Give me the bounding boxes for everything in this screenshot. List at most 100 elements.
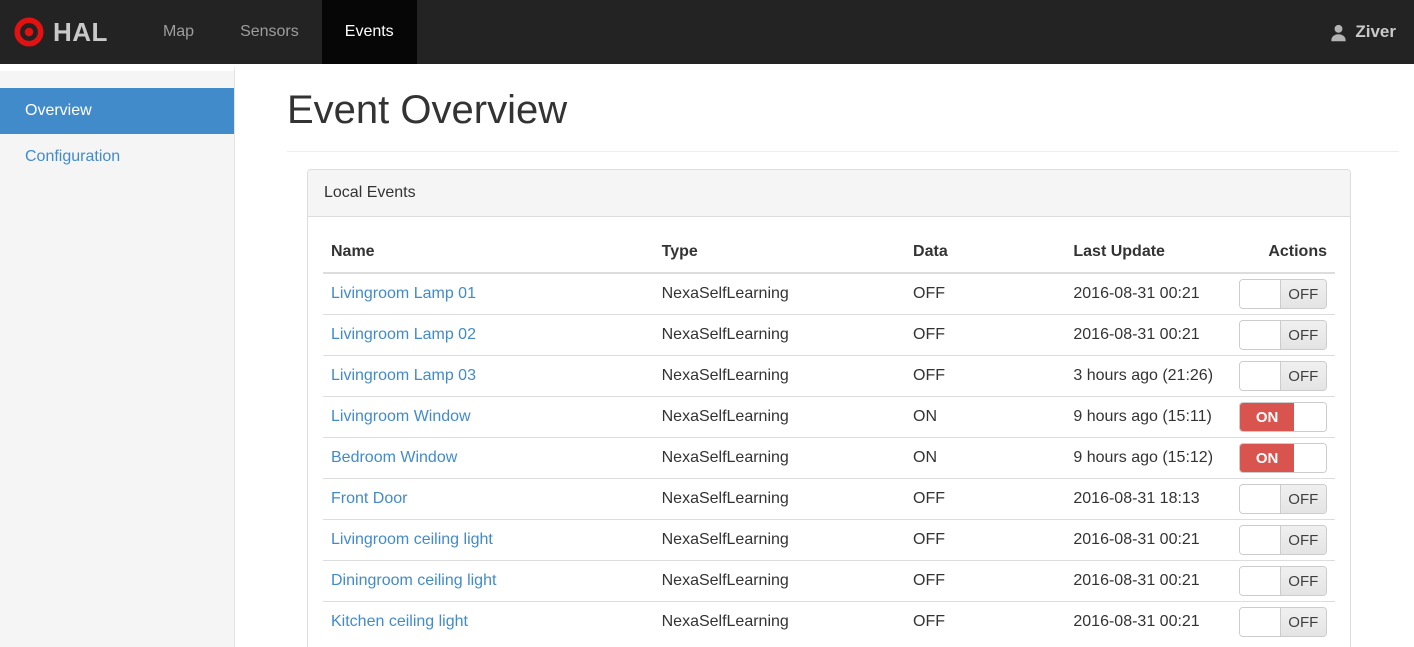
event-last-update: 9 hours ago (15:12): [1065, 437, 1231, 479]
event-name-link[interactable]: Livingroom Lamp 01: [331, 285, 476, 302]
action-toggle[interactable]: ON: [1239, 443, 1327, 473]
brand-label: HAL: [53, 16, 108, 47]
app-brand[interactable]: HAL: [0, 0, 124, 64]
panel-title: Local Events: [308, 170, 1350, 217]
action-toggle[interactable]: OFF: [1239, 566, 1327, 596]
action-toggle[interactable]: OFF: [1239, 484, 1327, 514]
toggle-handle: [1240, 608, 1280, 637]
toggle-state-label: OFF: [1279, 362, 1326, 390]
toggle-handle: [1240, 567, 1280, 595]
toggle-state-label: OFF: [1279, 485, 1326, 513]
nav-item-sensors[interactable]: Sensors: [217, 0, 322, 64]
main-content: Event Overview Local Events Name Type Da…: [235, 64, 1414, 647]
event-data: OFF: [905, 601, 1066, 643]
event-type: NexaSelfLearning: [653, 601, 906, 643]
toggle-state-label: OFF: [1279, 567, 1326, 595]
toggle-state-label: ON: [1240, 444, 1295, 472]
table-row: Livingroom Window NexaSelfLearning ON 9 …: [323, 396, 1335, 438]
toggle-state-label: OFF: [1279, 321, 1326, 349]
table-row: Livingroom ceiling light NexaSelfLearnin…: [323, 519, 1335, 561]
event-name-link[interactable]: Bedroom Window: [331, 449, 457, 466]
event-type: NexaSelfLearning: [653, 437, 906, 479]
page-title: Event Overview: [287, 88, 1399, 152]
event-name-link[interactable]: Livingroom Lamp 02: [331, 326, 476, 343]
event-name-link[interactable]: Livingroom ceiling light: [331, 531, 493, 548]
event-type: NexaSelfLearning: [653, 355, 906, 397]
events-table-body: Livingroom Lamp 01 NexaSelfLearning OFF …: [323, 272, 1335, 643]
table-row: Kitchen ceiling light NexaSelfLearning O…: [323, 601, 1335, 643]
table-header-row: Name Type Data Last Update Actions: [323, 232, 1335, 274]
event-data: OFF: [905, 519, 1066, 561]
navbar-menu: Map Sensors Events: [140, 0, 417, 64]
event-name-link[interactable]: Livingroom Window: [331, 408, 471, 425]
action-toggle[interactable]: OFF: [1239, 607, 1327, 638]
nav-item-map[interactable]: Map: [140, 0, 217, 64]
event-type: NexaSelfLearning: [653, 396, 906, 438]
table-row: Bedroom Window NexaSelfLearning ON 9 hou…: [323, 437, 1335, 479]
event-last-update: 2016-08-31 00:21: [1065, 601, 1231, 643]
event-last-update: 2016-08-31 00:21: [1065, 272, 1231, 315]
table-row: Livingroom Lamp 03 NexaSelfLearning OFF …: [323, 355, 1335, 397]
toggle-handle: [1240, 362, 1280, 390]
event-data: OFF: [905, 314, 1066, 356]
event-data: OFF: [905, 478, 1066, 520]
action-toggle[interactable]: OFF: [1239, 279, 1327, 309]
toggle-state-label: ON: [1240, 403, 1295, 431]
event-data: OFF: [905, 272, 1066, 315]
toggle-handle: [1240, 526, 1280, 554]
local-events-panel: Local Events Name Type Data Last Update …: [307, 169, 1351, 647]
event-data: OFF: [905, 560, 1066, 602]
toggle-state-label: OFF: [1279, 608, 1326, 637]
user-menu[interactable]: Ziver: [1311, 0, 1414, 64]
event-data: OFF: [905, 355, 1066, 397]
action-toggle[interactable]: OFF: [1239, 361, 1327, 391]
column-header-type: Type: [653, 232, 906, 274]
bullseye-logo-icon: [14, 17, 44, 47]
table-row: Livingroom Lamp 02 NexaSelfLearning OFF …: [323, 314, 1335, 356]
table-row: Diningroom ceiling light NexaSelfLearnin…: [323, 560, 1335, 602]
event-last-update: 2016-08-31 00:21: [1065, 560, 1231, 602]
sidebar-item-configuration[interactable]: Configuration: [0, 134, 234, 180]
user-icon: [1331, 24, 1346, 41]
event-name-link[interactable]: Livingroom Lamp 03: [331, 367, 476, 384]
event-last-update: 2016-08-31 00:21: [1065, 519, 1231, 561]
event-name-link[interactable]: Kitchen ceiling light: [331, 613, 468, 630]
events-table: Name Type Data Last Update Actions Livin…: [323, 232, 1335, 643]
event-name-link[interactable]: Diningroom ceiling light: [331, 572, 496, 589]
column-header-name: Name: [323, 232, 654, 274]
event-data: ON: [905, 396, 1066, 438]
toggle-handle: [1240, 485, 1280, 513]
sidebar-item-overview[interactable]: Overview: [0, 88, 234, 134]
event-data: ON: [905, 437, 1066, 479]
event-last-update: 2016-08-31 18:13: [1065, 478, 1231, 520]
table-row: Front Door NexaSelfLearning OFF 2016-08-…: [323, 478, 1335, 520]
user-name: Ziver: [1355, 22, 1396, 41]
table-row: Livingroom Lamp 01 NexaSelfLearning OFF …: [323, 272, 1335, 315]
toggle-handle: [1240, 280, 1280, 308]
event-last-update: 9 hours ago (15:11): [1065, 396, 1231, 438]
action-toggle[interactable]: ON: [1239, 402, 1327, 432]
event-type: NexaSelfLearning: [653, 272, 906, 315]
column-header-actions: Actions: [1230, 232, 1335, 274]
column-header-data: Data: [905, 232, 1066, 274]
toggle-handle: [1240, 321, 1280, 349]
toggle-state-label: OFF: [1279, 526, 1326, 554]
event-last-update: 3 hours ago (21:26): [1065, 355, 1231, 397]
toggle-state-label: OFF: [1279, 280, 1326, 308]
event-type: NexaSelfLearning: [653, 519, 906, 561]
toggle-handle: [1294, 403, 1326, 431]
event-type: NexaSelfLearning: [653, 314, 906, 356]
top-navbar: HAL Map Sensors Events Ziver: [0, 0, 1414, 64]
panel-body: Name Type Data Last Update Actions Livin…: [308, 217, 1350, 647]
event-type: NexaSelfLearning: [653, 560, 906, 602]
page-layout: Overview Configuration Event Overview Lo…: [0, 64, 1414, 647]
event-last-update: 2016-08-31 00:21: [1065, 314, 1231, 356]
toggle-handle: [1294, 444, 1326, 472]
nav-item-events[interactable]: Events: [321, 0, 417, 64]
event-name-link[interactable]: Front Door: [331, 490, 407, 507]
action-toggle[interactable]: OFF: [1239, 320, 1327, 350]
action-toggle[interactable]: OFF: [1239, 525, 1327, 555]
column-header-last-update: Last Update: [1065, 232, 1231, 274]
sidebar: Overview Configuration: [0, 64, 235, 647]
event-type: NexaSelfLearning: [653, 478, 906, 520]
